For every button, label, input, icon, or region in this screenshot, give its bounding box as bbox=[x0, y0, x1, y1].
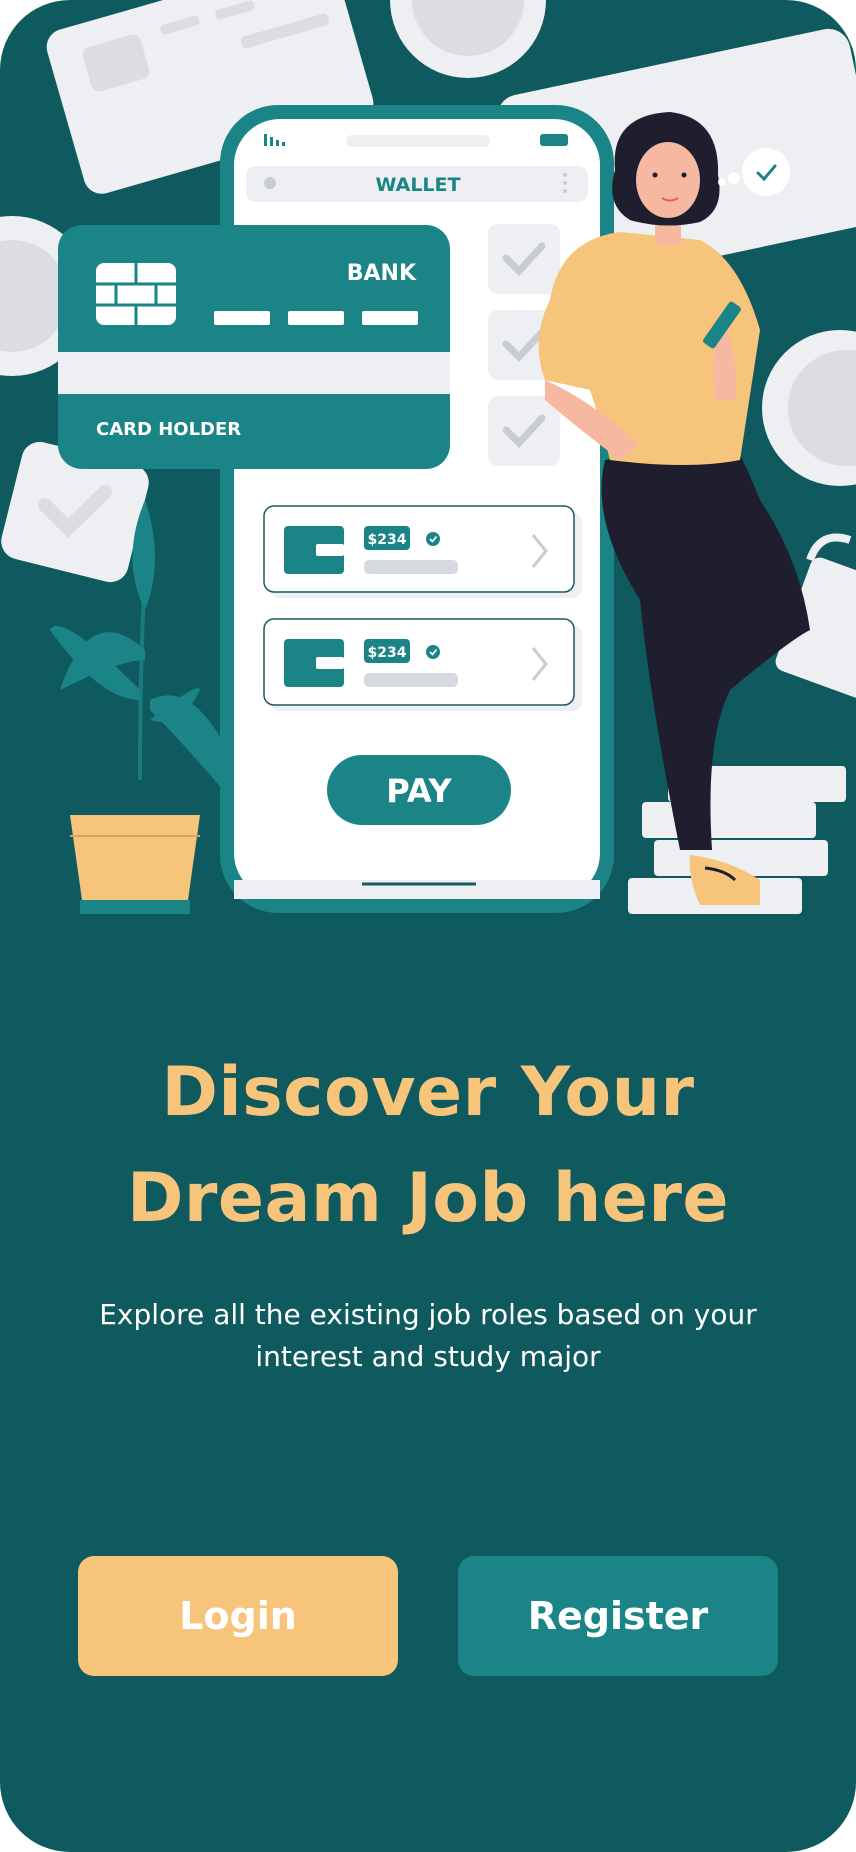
verified-icon bbox=[426, 532, 440, 546]
notch bbox=[346, 135, 490, 147]
credit-card: BANK CARD HOLDER bbox=[58, 225, 450, 469]
wallet-title: WALLET bbox=[376, 174, 461, 196]
title-line-2: Dream Job here bbox=[126, 1159, 730, 1238]
onboarding-screen: WALLET $234 $234 PAY BANK CARD HOLDER Di… bbox=[0, 0, 856, 1852]
verified-icon bbox=[426, 645, 440, 659]
login-button[interactable]: Login bbox=[78, 1556, 398, 1676]
transaction-item: $234 bbox=[263, 505, 582, 598]
card-chip-icon bbox=[96, 263, 176, 325]
background-coin-right bbox=[762, 330, 856, 486]
register-button[interactable]: Register bbox=[458, 1556, 778, 1676]
subtitle-line-2: interest and study major bbox=[255, 1340, 601, 1373]
card-bank-name: BANK bbox=[347, 261, 417, 286]
page-title: Discover Your Dream Job here bbox=[0, 1040, 856, 1252]
card-holder-label: CARD HOLDER bbox=[96, 419, 241, 440]
battery-icon bbox=[540, 134, 568, 146]
pay-label: PAY bbox=[386, 772, 452, 810]
background-coin-top bbox=[390, 0, 546, 78]
subtitle-line-1: Explore all the existing job roles based… bbox=[99, 1298, 757, 1331]
wallet-illustration: WALLET $234 $234 PAY BANK CARD HOLDER bbox=[0, 0, 856, 914]
page-subtitle: Explore all the existing job roles based… bbox=[60, 1294, 796, 1378]
transaction-amount: $234 bbox=[368, 645, 407, 661]
transaction-item: $234 bbox=[263, 618, 582, 711]
transaction-amount: $234 bbox=[368, 532, 407, 548]
title-line-1: Discover Your bbox=[161, 1053, 695, 1132]
